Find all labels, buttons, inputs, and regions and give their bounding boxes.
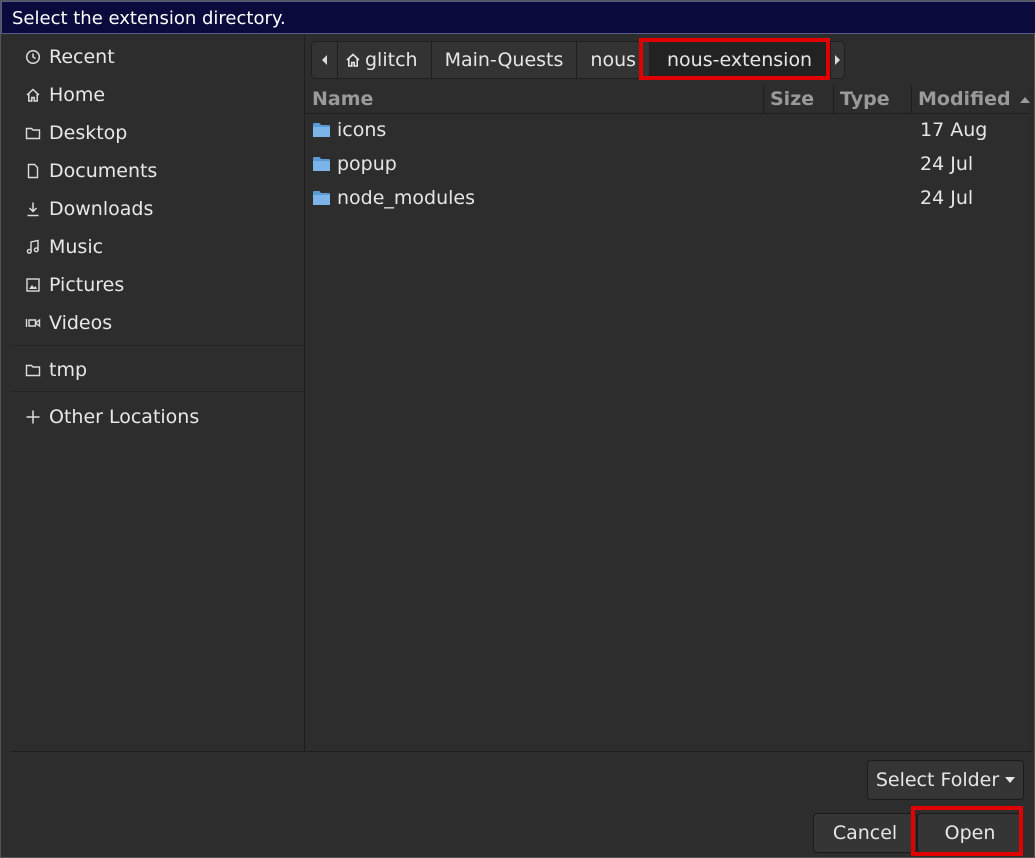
sidebar-item-music[interactable]: Music: [10, 228, 304, 266]
sidebar-item-documents[interactable]: Documents: [10, 152, 304, 190]
path-bar: glitch Main-Quests nous nous-extension: [311, 41, 846, 79]
sidebar-item-videos[interactable]: Videos: [10, 304, 304, 342]
clock-icon: [24, 48, 42, 66]
title-bar: Select the extension directory.: [1, 1, 1035, 34]
sidebar-item-recent[interactable]: Recent: [10, 38, 304, 76]
chevron-down-icon: [1005, 777, 1016, 783]
crumb-nous[interactable]: nous: [577, 42, 651, 78]
sidebar-separator: [10, 345, 304, 346]
sidebar-item-home[interactable]: Home: [10, 76, 304, 114]
cancel-button[interactable]: Cancel: [813, 813, 917, 853]
file-modified: 17 Aug: [920, 119, 988, 141]
scrollbar[interactable]: [1030, 85, 1034, 751]
column-divider: [911, 85, 912, 113]
sidebar-item-downloads[interactable]: Downloads: [10, 190, 304, 228]
picture-icon: [24, 276, 42, 294]
crumb-glitch[interactable]: glitch: [338, 42, 432, 78]
file-name: icons: [337, 119, 387, 141]
folder-icon: [313, 191, 330, 205]
folder-icon: [313, 123, 330, 137]
select-folder-label: Select Folder: [875, 769, 1000, 791]
sort-ascending-icon: [1020, 96, 1031, 103]
home-icon: [24, 86, 42, 104]
document-icon: [24, 162, 42, 180]
path-scroll-right-button[interactable]: [830, 42, 844, 78]
sidebar-item-label: Recent: [49, 46, 115, 68]
music-icon: [24, 238, 42, 256]
sidebar-item-label: tmp: [49, 359, 88, 381]
crumb-label: nous: [590, 49, 637, 71]
download-icon: [24, 200, 42, 218]
sidebar-item-other-locations[interactable]: Other Locations: [10, 398, 304, 436]
dialog-title: Select the extension directory.: [12, 8, 286, 29]
column-header-name[interactable]: Name: [312, 88, 373, 110]
sidebar-item-label: Videos: [49, 312, 113, 334]
file-modified: 24 Jul: [920, 153, 974, 175]
crumb-label: nous-extension: [667, 49, 813, 71]
file-list: Name Size Type Modified icons 17 Aug pop…: [306, 85, 1031, 751]
file-row-node-modules[interactable]: node_modules 24 Jul: [306, 183, 1030, 217]
crumb-main-quests[interactable]: Main-Quests: [432, 42, 578, 78]
sidebar-item-label: Other Locations: [49, 406, 200, 428]
column-divider: [833, 85, 834, 113]
select-folder-dropdown[interactable]: Select Folder: [867, 760, 1024, 800]
home-icon: [345, 52, 361, 68]
file-row-popup[interactable]: popup 24 Jul: [306, 149, 1030, 183]
sidebar-item-pictures[interactable]: Pictures: [10, 266, 304, 304]
places-sidebar: Recent Home Desktop Documents Downloads: [10, 35, 305, 751]
sidebar-item-label: Music: [49, 236, 104, 258]
dialog-footer: Select Folder Cancel Open: [10, 751, 1032, 857]
column-header-size[interactable]: Size: [770, 88, 814, 110]
sidebar-item-tmp[interactable]: tmp: [10, 351, 304, 389]
file-chooser-dialog: Select the extension directory. Recent H…: [0, 0, 1035, 858]
folder-icon: [313, 157, 330, 171]
sidebar-item-label: Desktop: [49, 122, 128, 144]
crumb-label: Main-Quests: [444, 49, 564, 71]
file-name: popup: [337, 153, 397, 175]
column-divider: [763, 85, 764, 113]
video-icon: [24, 314, 42, 332]
column-header-modified-label: Modified: [918, 88, 1011, 110]
sidebar-item-label: Home: [49, 84, 106, 106]
sidebar-item-label: Documents: [49, 160, 158, 182]
sidebar-separator: [10, 391, 304, 392]
plus-icon: [24, 408, 42, 426]
file-name: node_modules: [337, 187, 476, 209]
crumb-label: glitch: [365, 49, 418, 71]
open-button[interactable]: Open: [917, 813, 1023, 853]
crumb-nous-extension[interactable]: nous-extension: [650, 42, 831, 78]
column-header-bar: Name Size Type Modified: [306, 85, 1031, 114]
folder-icon: [24, 361, 42, 379]
chevron-left-icon: [321, 55, 327, 65]
file-modified: 24 Jul: [920, 187, 974, 209]
file-row-icons[interactable]: icons 17 Aug: [306, 115, 1030, 149]
folder-icon: [24, 124, 42, 142]
sidebar-item-label: Pictures: [49, 274, 125, 296]
path-scroll-left-button[interactable]: [312, 42, 338, 78]
chevron-right-icon: [834, 55, 840, 65]
column-header-modified[interactable]: Modified: [918, 88, 1031, 110]
column-header-type[interactable]: Type: [840, 88, 890, 110]
sidebar-item-desktop[interactable]: Desktop: [10, 114, 304, 152]
sidebar-item-label: Downloads: [49, 198, 154, 220]
